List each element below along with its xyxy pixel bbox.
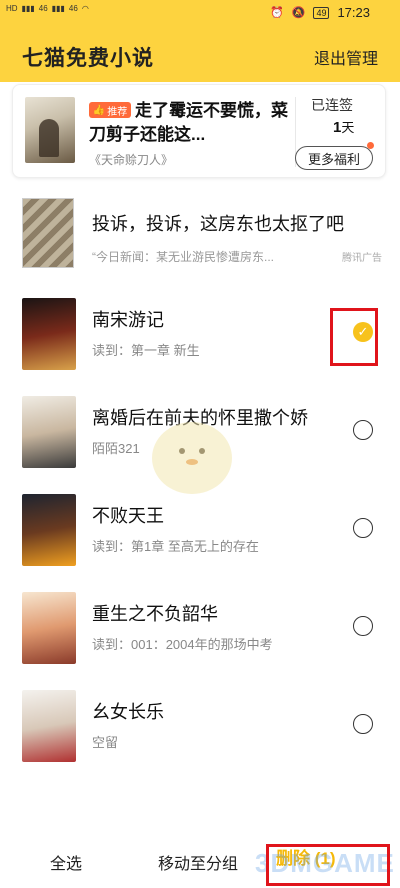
select-all-button[interactable]: 全选 bbox=[50, 850, 82, 874]
sign-in-unit: 天 bbox=[341, 120, 355, 135]
ad-subtitle: “今日新闻：某无业游民惨遭房东... bbox=[92, 250, 274, 264]
book-cover bbox=[22, 494, 76, 566]
move-to-group-button[interactable]: 移动至分组 bbox=[158, 850, 238, 874]
sign-in-days: 1天 bbox=[333, 117, 354, 136]
ad-row[interactable]: 投诉，投诉，这房东也太抠了吧 “今日新闻：某无业游民惨遭房东... 腾讯广告 bbox=[0, 190, 400, 280]
book-title: 南宋游记 bbox=[92, 310, 164, 330]
select-checkbox[interactable] bbox=[353, 518, 373, 538]
ad-title[interactable]: 投诉，投诉，这房东也太抠了吧 bbox=[92, 210, 344, 236]
book-title: 重生之不负韶华 bbox=[92, 604, 218, 624]
select-checkbox[interactable] bbox=[353, 714, 373, 734]
alarm-icon: ⏰ bbox=[270, 7, 284, 19]
status-left: HD ▮▮▮ 46 ▮▮▮ 46 ◠ bbox=[6, 4, 89, 13]
recommend-tag: 👍 推荐 bbox=[89, 102, 131, 118]
app-title: 七猫免费小说 bbox=[22, 47, 154, 70]
select-checkbox[interactable] bbox=[353, 420, 373, 440]
banner-book-cover[interactable] bbox=[25, 97, 75, 163]
delete-highlight-annotation bbox=[266, 844, 390, 886]
mute-icon: 🔕 bbox=[291, 7, 306, 19]
hd-indicator: HD bbox=[6, 4, 18, 13]
ad-source-tag: 腾讯广告 bbox=[342, 253, 382, 264]
book-progress: 陌陌321 bbox=[92, 441, 140, 456]
wifi-icon: ◠ bbox=[81, 4, 89, 13]
notification-dot bbox=[367, 142, 374, 149]
book-row[interactable]: 幺女长乐 空留 bbox=[0, 680, 400, 778]
app-header: 七猫免费小说 退出管理 bbox=[0, 28, 400, 82]
battery-icon: 49 bbox=[313, 6, 330, 19]
book-cover bbox=[22, 690, 76, 762]
status-time: 17:23 bbox=[337, 5, 370, 20]
recommend-banner[interactable]: 走了霉运不要慌，菜刀剪子还能这... 👍 推荐 《天命赊刀人》 已连签 1天 更… bbox=[12, 84, 386, 178]
book-cover bbox=[22, 298, 76, 370]
network-indicator: 46 bbox=[68, 4, 78, 13]
book-cover bbox=[22, 592, 76, 664]
book-title: 幺女长乐 bbox=[92, 702, 164, 722]
select-checkbox[interactable] bbox=[353, 616, 373, 636]
banner-book-name: 《天命赊刀人》 bbox=[89, 153, 174, 167]
book-cover bbox=[22, 396, 76, 468]
thumb-icon: 👍 bbox=[92, 104, 106, 116]
exit-manage-button[interactable]: 退出管理 bbox=[314, 45, 378, 69]
sign-in-label: 已连签 bbox=[311, 97, 353, 113]
status-right: ⏰ 🔕 49 17:23 bbox=[270, 5, 370, 20]
signal-icon: ▮▮▮ bbox=[21, 4, 35, 13]
book-progress: 空留 bbox=[92, 735, 119, 750]
more-benefits-button[interactable]: 更多福利 bbox=[295, 146, 373, 170]
book-progress: 读到：001：2004年的那场中考 bbox=[92, 637, 273, 652]
status-bar: HD ▮▮▮ 46 ▮▮▮ 46 ◠ ⏰ 🔕 49 17:23 bbox=[0, 0, 400, 28]
book-row[interactable]: 重生之不负韶华 读到：001：2004年的那场中考 bbox=[0, 582, 400, 680]
checkbox-highlight-annotation bbox=[330, 308, 378, 366]
book-progress: 读到：第一章 新生 bbox=[92, 343, 200, 358]
ad-image[interactable] bbox=[22, 198, 74, 268]
network-indicator: 46 bbox=[38, 4, 48, 13]
signal-icon: ▮▮▮ bbox=[51, 4, 65, 13]
book-progress: 读到：第1章 至高无上的存在 bbox=[92, 539, 259, 554]
mascot-watermark-icon bbox=[152, 422, 232, 494]
recommend-tag-label: 推荐 bbox=[107, 106, 128, 118]
